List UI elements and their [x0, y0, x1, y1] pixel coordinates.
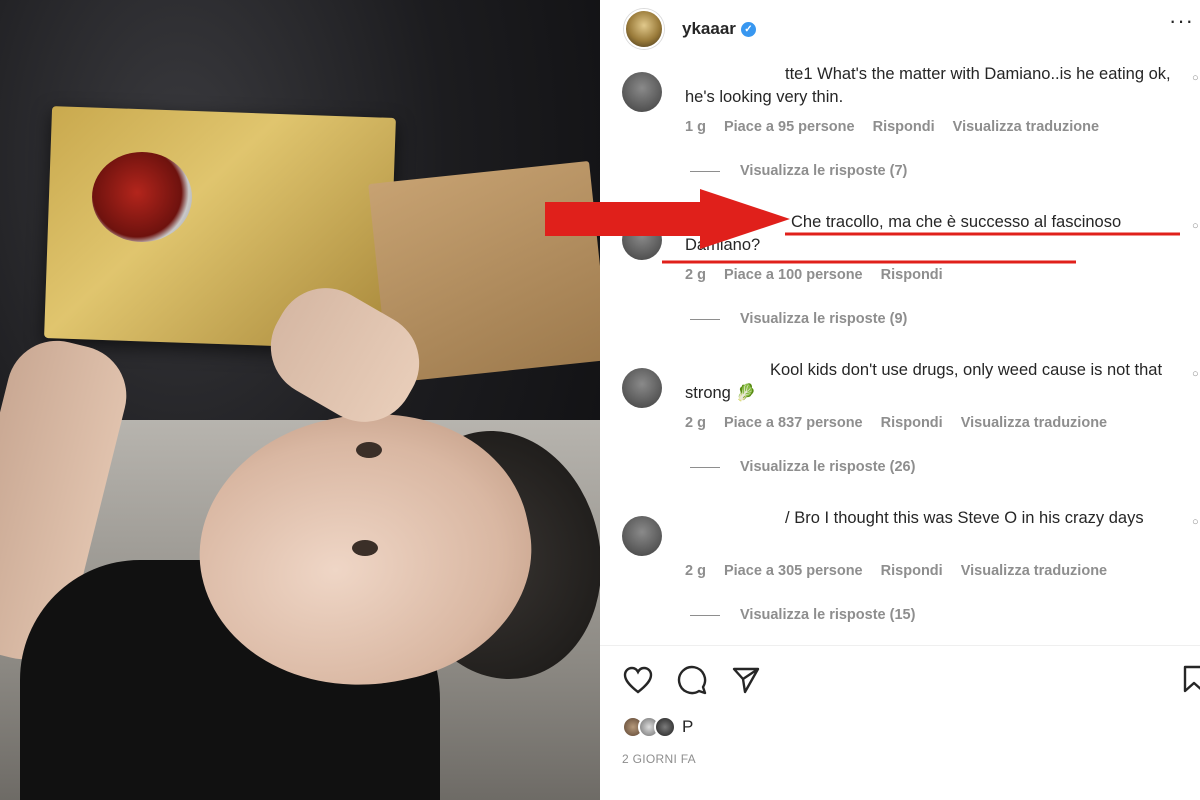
view-replies[interactable]: Visualizza le risposte (15)	[690, 607, 915, 623]
comment-meta: 2 g Piace a 100 persone Rispondi	[685, 267, 957, 283]
replies-line	[690, 170, 720, 172]
comment-meta: 2 g Piace a 305 persone Rispondi Visuali…	[685, 563, 1121, 579]
bookmark-icon[interactable]	[1182, 664, 1200, 696]
comment-like-icon[interactable]: ○	[1192, 516, 1200, 528]
share-icon[interactable]	[730, 664, 762, 696]
commenter-avatar[interactable]	[622, 516, 662, 556]
view-replies[interactable]: Visualizza le risposte (7)	[690, 163, 907, 179]
replies-line	[690, 318, 720, 320]
comment-likes[interactable]: Piace a 100 persone	[724, 267, 863, 283]
commenter-avatar[interactable]	[622, 72, 662, 112]
view-replies-label[interactable]: Visualizza le risposte (7)	[740, 163, 907, 179]
comment-text: Bro I thought this was Steve O in his cr…	[794, 509, 1144, 527]
view-replies-label[interactable]: Visualizza le risposte (26)	[740, 459, 915, 475]
liker-avatar	[654, 716, 676, 738]
divider	[600, 645, 1200, 646]
comments-panel: ykaaar ✓ ··· tte1 What's the matter with…	[600, 0, 1200, 800]
comment-likes[interactable]: Piace a 95 persone	[724, 119, 855, 135]
reply-button[interactable]: Rispondi	[881, 415, 943, 431]
comment-likes[interactable]: Piace a 305 persone	[724, 563, 863, 579]
verified-badge-icon: ✓	[740, 21, 756, 37]
comment-text-block: Che tracollo, ma che è successo al fasci…	[685, 211, 1185, 257]
comment-like-icon[interactable]: ○	[1192, 72, 1200, 84]
heart-icon[interactable]	[622, 664, 654, 696]
avatar[interactable]	[624, 9, 664, 49]
liked-by-row[interactable]: P	[622, 716, 693, 738]
view-replies[interactable]: Visualizza le risposte (9)	[690, 311, 907, 327]
comment-username[interactable]: tte1	[685, 65, 813, 83]
post-date: 2 GIORNI FA	[622, 752, 696, 766]
comment-text-block: Kool kids don't use drugs, only weed cau…	[685, 359, 1185, 405]
comment-like-icon[interactable]: ○	[1192, 220, 1200, 232]
replies-line	[690, 614, 720, 616]
reply-button[interactable]: Rispondi	[881, 563, 943, 579]
comment-icon[interactable]	[676, 664, 708, 696]
comment-text-block: tte1 What's the matter with Damiano..is …	[685, 63, 1185, 109]
comment-text-block: / Bro I thought this was Steve O in his …	[685, 507, 1185, 530]
view-replies-label[interactable]: Visualizza le risposte (9)	[740, 311, 907, 327]
comment-meta: 2 g Piace a 837 persone Rispondi Visuali…	[685, 415, 1121, 431]
comment-meta: 1 g Piace a 95 persone Rispondi Visualiz…	[685, 119, 1113, 135]
eye	[352, 540, 378, 556]
comment-username[interactable]	[685, 213, 791, 231]
eye	[356, 442, 382, 458]
translate-button[interactable]: Visualizza traduzione	[961, 563, 1107, 579]
commenter-avatar[interactable]	[622, 220, 662, 260]
replies-line	[690, 466, 720, 468]
more-options-icon[interactable]: ···	[1169, 8, 1194, 34]
likes-text[interactable]: P	[682, 717, 693, 737]
comment-age: 2 g	[685, 267, 706, 283]
reply-button[interactable]: Rispondi	[873, 119, 935, 135]
comment-age: 2 g	[685, 563, 706, 579]
view-replies[interactable]: Visualizza le risposte (26)	[690, 459, 915, 475]
comment-username[interactable]	[685, 361, 770, 379]
post-photo	[0, 0, 600, 800]
post-header: ykaaar ✓ ···	[600, 0, 1200, 58]
commenter-avatar[interactable]	[622, 368, 662, 408]
comment-username[interactable]: /	[685, 509, 790, 527]
bowl	[92, 152, 192, 242]
comment-likes[interactable]: Piace a 837 persone	[724, 415, 863, 431]
comment-age: 1 g	[685, 119, 706, 135]
action-bar	[622, 664, 762, 696]
view-replies-label[interactable]: Visualizza le risposte (15)	[740, 607, 915, 623]
translate-button[interactable]: Visualizza traduzione	[961, 415, 1107, 431]
translate-button[interactable]: Visualizza traduzione	[953, 119, 1099, 135]
comment-like-icon[interactable]: ○	[1192, 368, 1200, 380]
reply-button[interactable]: Rispondi	[881, 267, 943, 283]
comment-age: 2 g	[685, 415, 706, 431]
username[interactable]: ykaaar	[682, 19, 736, 39]
